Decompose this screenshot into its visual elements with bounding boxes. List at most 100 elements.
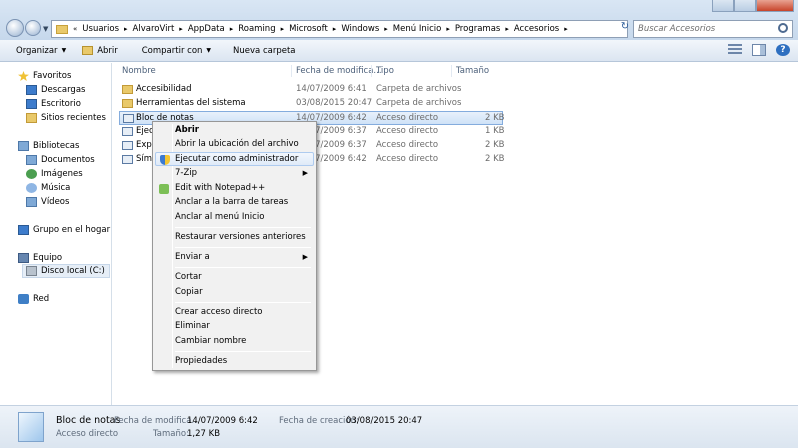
menu-item-open[interactable]: Abrir bbox=[155, 124, 314, 138]
column-header: Nombre Fecha de modifica... Tipo Tamaño bbox=[113, 63, 798, 79]
breadcrumb-appdata[interactable]: AppData bbox=[184, 24, 229, 34]
menu-item-copy[interactable]: Copiar bbox=[155, 286, 314, 300]
nav-label: Documentos bbox=[41, 155, 95, 165]
search-input[interactable]: Buscar Accesorios bbox=[633, 20, 793, 38]
menu-label: Anclar a la barra de tareas bbox=[175, 197, 289, 207]
maximize-button[interactable] bbox=[734, 0, 756, 12]
menu-item-properties[interactable]: Propiedades bbox=[155, 355, 314, 369]
details-modified-value: 14/07/2009 6:42 bbox=[187, 416, 258, 426]
menu-label: 7-Zip bbox=[175, 168, 198, 178]
file-size: 2 KB bbox=[485, 140, 505, 150]
search-icon[interactable] bbox=[778, 23, 788, 33]
breadcrumb-windows[interactable]: Windows bbox=[337, 24, 383, 34]
chevron-right-icon[interactable]: ▸ bbox=[563, 25, 569, 33]
column-date[interactable]: Fecha de modifica... bbox=[296, 66, 382, 76]
breadcrumb-usuarios[interactable]: Usuarios bbox=[78, 24, 123, 34]
run-icon bbox=[122, 127, 133, 136]
breadcrumb-accesorios[interactable]: Accesorios bbox=[510, 24, 563, 34]
nav-homegroup[interactable]: Grupo en el hogar bbox=[18, 223, 110, 237]
nav-desktop[interactable]: Escritorio bbox=[26, 97, 81, 111]
help-icon[interactable]: ? bbox=[776, 44, 790, 56]
menu-item-create-shortcut[interactable]: Crear acceso directo bbox=[155, 306, 314, 320]
menu-item-notepadpp[interactable]: Edit with Notepad++ bbox=[155, 182, 314, 196]
nav-local-disk[interactable]: Disco local (C:) bbox=[22, 264, 110, 278]
videos-icon bbox=[26, 197, 37, 207]
menu-label: Crear acceso directo bbox=[175, 307, 263, 317]
file-type: Carpeta de archivos bbox=[376, 84, 462, 94]
close-button[interactable] bbox=[756, 0, 794, 12]
menu-label: Copiar bbox=[175, 287, 203, 297]
column-type[interactable]: Tipo bbox=[376, 66, 394, 76]
drive-icon bbox=[26, 266, 37, 276]
details-created-value: 03/08/2015 20:47 bbox=[346, 416, 423, 426]
nav-recent-places[interactable]: Sitios recientes bbox=[26, 111, 106, 125]
window-controls bbox=[712, 0, 794, 12]
forward-button[interactable] bbox=[25, 20, 41, 36]
nav-images[interactable]: Imágenes bbox=[26, 167, 83, 181]
homegroup-icon bbox=[18, 225, 29, 235]
nav-music[interactable]: Música bbox=[26, 181, 70, 195]
nav-libraries[interactable]: Bibliotecas bbox=[18, 139, 79, 153]
images-icon bbox=[26, 169, 37, 179]
file-type: Acceso directo bbox=[376, 126, 439, 136]
organize-label: Organizar bbox=[16, 45, 58, 56]
breadcrumb-programas[interactable]: Programas bbox=[451, 24, 505, 34]
change-view-icon[interactable] bbox=[728, 44, 742, 56]
share-button[interactable]: Compartir con ▼ bbox=[134, 46, 219, 56]
nav-computer[interactable]: Equipo bbox=[18, 251, 62, 265]
menu-item-delete[interactable]: Eliminar bbox=[155, 320, 314, 334]
details-pane: Bloc de notas Acceso directo Fecha de mo… bbox=[0, 405, 798, 448]
nav-videos[interactable]: Vídeos bbox=[26, 195, 69, 209]
list-item[interactable]: Herramientas del sistema 03/08/2015 20:4… bbox=[119, 97, 503, 111]
column-divider[interactable] bbox=[371, 65, 372, 77]
column-name[interactable]: Nombre bbox=[122, 66, 156, 76]
breadcrumb-menu-inicio[interactable]: Menú Inicio bbox=[389, 24, 446, 34]
menu-label: Edit with Notepad++ bbox=[175, 183, 266, 193]
star-icon bbox=[18, 71, 29, 81]
preview-pane-icon[interactable] bbox=[752, 44, 766, 56]
menu-item-rename[interactable]: Cambiar nombre bbox=[155, 335, 314, 349]
music-icon bbox=[26, 183, 37, 193]
menu-item-pin-taskbar[interactable]: Anclar a la barra de tareas bbox=[155, 196, 314, 210]
new-folder-button[interactable]: Nueva carpeta bbox=[225, 46, 303, 56]
explorer-icon bbox=[122, 141, 133, 150]
chevron-down-icon: ▼ bbox=[61, 47, 67, 54]
breadcrumb-microsoft[interactable]: Microsoft bbox=[285, 24, 332, 34]
back-button[interactable] bbox=[6, 19, 24, 37]
menu-item-7zip[interactable]: 7-Zip ▶ bbox=[155, 167, 314, 181]
breadcrumb-roaming[interactable]: Roaming bbox=[234, 24, 279, 34]
desktop-icon bbox=[26, 99, 37, 109]
column-size[interactable]: Tamaño bbox=[456, 66, 489, 76]
menu-label: Enviar a bbox=[175, 252, 210, 262]
breadcrumb-alvarovirt[interactable]: AlvaroVirt bbox=[129, 24, 179, 34]
menu-item-pin-start[interactable]: Anclar al menú Inicio bbox=[155, 211, 314, 225]
organize-button[interactable]: Organizar ▼ bbox=[8, 46, 74, 56]
chevron-right-icon: ▶ bbox=[302, 169, 308, 177]
downloads-icon bbox=[26, 85, 37, 95]
open-button[interactable]: Abrir bbox=[74, 46, 126, 56]
nav-documents[interactable]: Documentos bbox=[26, 153, 95, 167]
context-menu: Abrir Abrir la ubicación del archivo Eje… bbox=[152, 121, 317, 371]
menu-item-open-location[interactable]: Abrir la ubicación del archivo bbox=[155, 138, 314, 152]
column-divider[interactable] bbox=[291, 65, 292, 77]
notepad-icon bbox=[123, 114, 134, 123]
menu-separator bbox=[175, 302, 311, 303]
column-divider[interactable] bbox=[451, 65, 452, 77]
file-name: Ejec bbox=[136, 126, 154, 136]
nav-favorites[interactable]: Favoritos bbox=[18, 69, 71, 83]
nav-network[interactable]: Red bbox=[18, 292, 49, 306]
minimize-button[interactable] bbox=[712, 0, 734, 12]
recent-pages-chevron-icon[interactable]: ▼ bbox=[43, 25, 48, 33]
list-item[interactable]: Accesibilidad 14/07/2009 6:41 Carpeta de… bbox=[119, 83, 503, 97]
nav-label: Red bbox=[33, 294, 50, 304]
search-placeholder: Buscar Accesorios bbox=[638, 24, 716, 34]
nav-label: Vídeos bbox=[41, 197, 70, 207]
refresh-icon[interactable]: ↻ bbox=[617, 21, 633, 37]
menu-item-restore-versions[interactable]: Restaurar versiones anteriores bbox=[155, 231, 314, 245]
address-bar[interactable]: « Usuarios ▸ AlvaroVirt ▸ AppData ▸ Roaming… bbox=[51, 20, 628, 38]
nav-downloads[interactable]: Descargas bbox=[26, 83, 85, 97]
menu-item-run-as-admin[interactable]: Ejecutar como administrador bbox=[155, 152, 314, 166]
menu-item-cut[interactable]: Cortar bbox=[155, 271, 314, 285]
menu-item-send-to[interactable]: Enviar a ▶ bbox=[155, 251, 314, 265]
nav-label: Equipo bbox=[33, 253, 63, 263]
